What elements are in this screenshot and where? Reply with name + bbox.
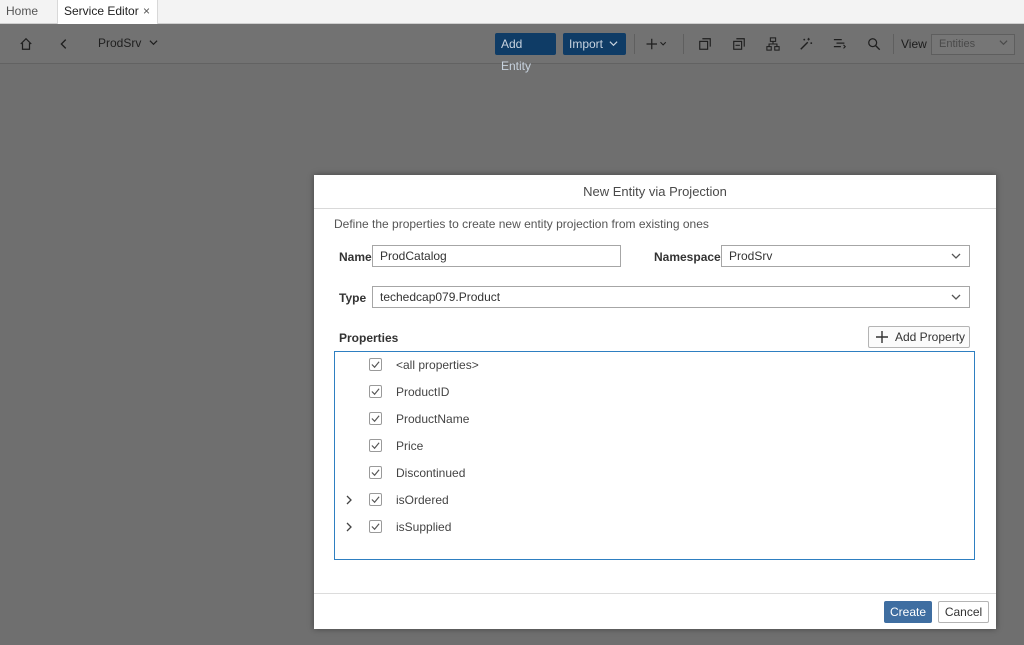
breadcrumb-label: ProdSrv bbox=[98, 36, 142, 50]
collapse-all-icon[interactable] bbox=[697, 36, 713, 52]
list-item[interactable]: ProductName bbox=[335, 406, 974, 433]
list-item[interactable]: Price bbox=[335, 433, 974, 460]
checkbox[interactable] bbox=[369, 385, 382, 398]
toolbar-separator bbox=[634, 34, 635, 54]
chevron-down-icon bbox=[951, 253, 961, 259]
name-label: Name bbox=[339, 250, 372, 264]
import-label: Import bbox=[569, 37, 604, 51]
chevron-down-icon bbox=[609, 41, 618, 47]
dialog-title: New Entity via Projection bbox=[314, 175, 996, 209]
toolbar-separator bbox=[893, 34, 894, 54]
add-property-label: Add Property bbox=[895, 330, 966, 344]
type-select[interactable]: techedcap079.Product bbox=[372, 286, 970, 308]
add-entity-button[interactable]: Add Entity bbox=[495, 33, 556, 73]
back-icon[interactable] bbox=[56, 36, 72, 52]
property-label: isOrdered bbox=[396, 493, 449, 507]
search-icon[interactable] bbox=[866, 36, 882, 52]
checkmark-icon bbox=[371, 361, 380, 369]
checkmark-icon bbox=[371, 442, 380, 450]
property-label: ProductID bbox=[396, 385, 450, 399]
close-tab-icon[interactable]: × bbox=[143, 0, 150, 22]
checkmark-icon bbox=[371, 523, 380, 531]
home-icon[interactable] bbox=[18, 36, 34, 52]
namespace-label: Namespace bbox=[654, 250, 721, 264]
cancel-button[interactable]: Cancel bbox=[938, 601, 989, 623]
expand-all-icon[interactable] bbox=[731, 36, 747, 52]
checkbox[interactable] bbox=[369, 493, 382, 506]
checkbox[interactable] bbox=[369, 358, 382, 371]
breadcrumb-service[interactable]: ProdSrv bbox=[98, 36, 158, 50]
name-input[interactable]: ProdCatalog bbox=[372, 245, 621, 267]
list-item[interactable]: isSupplied bbox=[335, 514, 974, 541]
add-menu-icon[interactable] bbox=[645, 36, 669, 52]
create-button[interactable]: Create bbox=[884, 601, 932, 623]
chevron-down-icon bbox=[149, 39, 158, 50]
checkmark-icon bbox=[371, 415, 380, 423]
checkmark-icon bbox=[371, 496, 380, 504]
name-input-value: ProdCatalog bbox=[380, 249, 447, 263]
tab-home[interactable]: Home bbox=[0, 0, 57, 24]
chevron-right-icon[interactable] bbox=[345, 495, 353, 505]
show-list-icon[interactable] bbox=[832, 36, 848, 52]
namespace-select[interactable]: ProdSrv bbox=[721, 245, 970, 267]
tab-service-editor-label: Service Editor bbox=[64, 4, 139, 18]
type-select-value: techedcap079.Product bbox=[380, 290, 501, 304]
view-select[interactable]: Entities bbox=[931, 34, 1015, 55]
checkmark-icon bbox=[371, 388, 380, 396]
property-label: Price bbox=[396, 439, 424, 453]
list-item[interactable]: isOrdered bbox=[335, 487, 974, 514]
chevron-down-icon bbox=[951, 294, 961, 300]
properties-label: Properties bbox=[339, 331, 399, 345]
plus-icon bbox=[876, 331, 888, 343]
checkbox[interactable] bbox=[369, 520, 382, 533]
view-label: View bbox=[901, 37, 927, 51]
property-label: Discontinued bbox=[396, 466, 466, 480]
properties-list: <all properties> ProductID ProductName P… bbox=[334, 351, 975, 560]
view-select-value: Entities bbox=[939, 38, 976, 50]
chevron-right-icon[interactable] bbox=[345, 522, 353, 532]
dialog-description: Define the properties to create new enti… bbox=[334, 217, 709, 231]
property-label: isSupplied bbox=[396, 520, 452, 534]
dialog-footer: Create Cancel bbox=[314, 593, 996, 629]
property-label: ProductName bbox=[396, 412, 470, 426]
checkmark-icon bbox=[371, 469, 380, 477]
new-entity-dialog: New Entity via Projection Define the pro… bbox=[314, 175, 996, 629]
tab-service-editor[interactable]: Service Editor × bbox=[57, 0, 158, 24]
tab-home-label: Home bbox=[6, 4, 39, 18]
tab-strip: Home Service Editor × bbox=[0, 0, 1024, 24]
list-item[interactable]: Discontinued bbox=[335, 460, 974, 487]
auto-layout-icon[interactable] bbox=[765, 36, 781, 52]
namespace-select-value: ProdSrv bbox=[729, 249, 773, 263]
checkbox[interactable] bbox=[369, 412, 382, 425]
toolbar-separator bbox=[683, 34, 684, 54]
magic-wand-icon[interactable] bbox=[798, 36, 814, 52]
property-label: <all properties> bbox=[396, 358, 479, 372]
add-property-button[interactable]: Add Property bbox=[868, 326, 970, 348]
checkbox[interactable] bbox=[369, 439, 382, 452]
list-item[interactable]: <all properties> bbox=[335, 352, 974, 379]
list-item[interactable]: ProductID bbox=[335, 379, 974, 406]
import-button[interactable]: Import bbox=[563, 33, 626, 55]
chevron-down-icon bbox=[999, 35, 1008, 54]
type-label: Type bbox=[339, 291, 367, 305]
checkbox[interactable] bbox=[369, 466, 382, 479]
editor-toolbar: ProdSrv Add Entity Import View Entities bbox=[0, 24, 1024, 73]
